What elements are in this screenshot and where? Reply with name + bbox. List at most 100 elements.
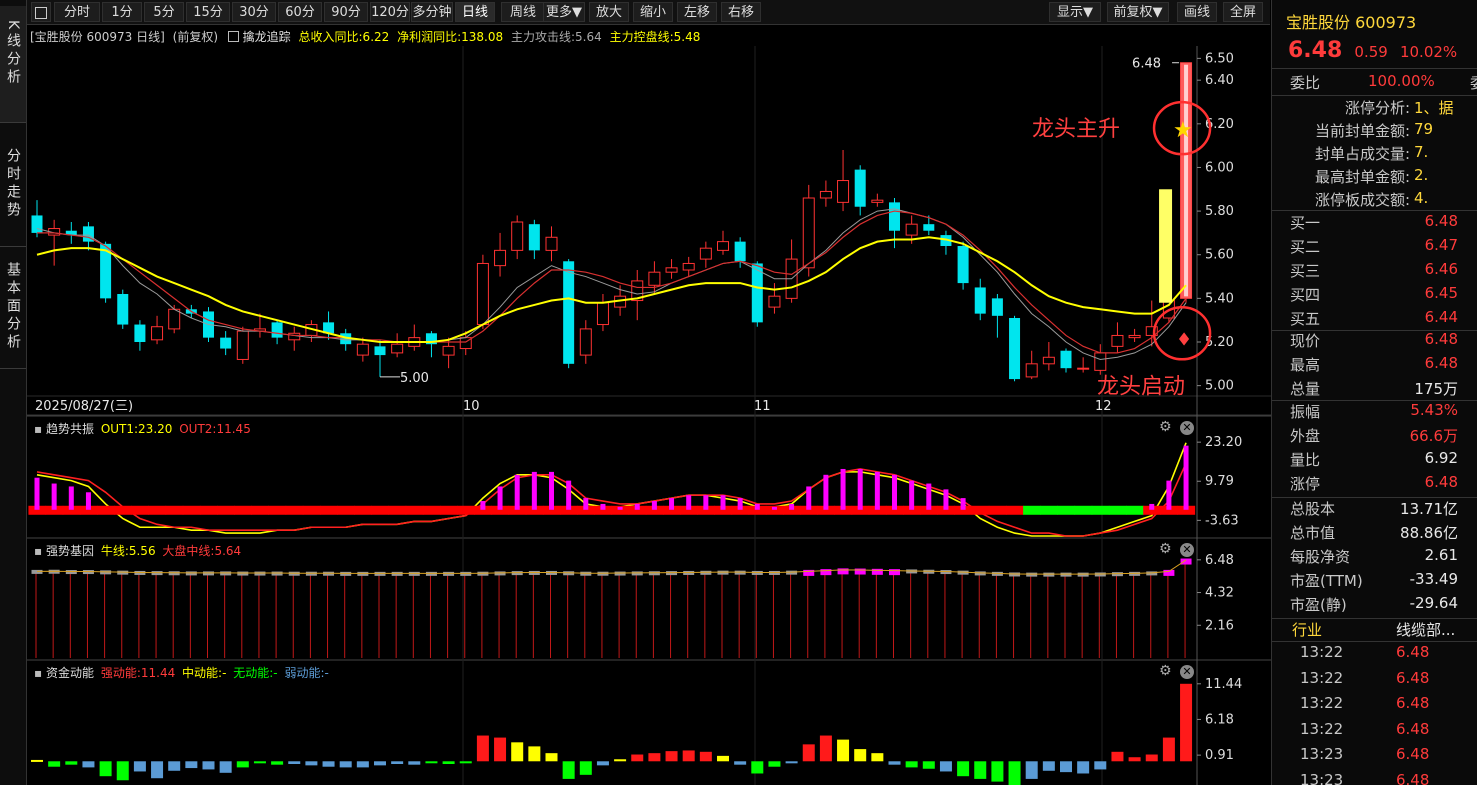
close-icon[interactable]: ✕: [1180, 543, 1195, 557]
tab-intraday[interactable]: 分时走势: [0, 126, 26, 244]
resonance-bar: [480, 501, 486, 510]
resonance-band-segment: [1040, 505, 1058, 515]
resonance-band-segment: [1108, 505, 1127, 515]
momentum-bar: [1060, 761, 1072, 773]
bid-2-label: 买二: [1290, 238, 1321, 256]
gear-icon[interactable]: ⚙: [1159, 663, 1172, 679]
stat3-4-value: -29.64: [1409, 594, 1458, 612]
momentum-bar: [82, 761, 95, 768]
btn-30min[interactable]: 30分: [232, 2, 276, 22]
panel4-none: 无动能:-: [233, 666, 278, 680]
panel3-controls: ⚙ ✕: [1159, 541, 1195, 557]
last-price: 6.48: [1288, 38, 1343, 63]
btn-display[interactable]: 显示▼: [1049, 2, 1101, 22]
resonance-bar: [771, 506, 777, 510]
resonance-bar: [617, 506, 623, 510]
y-tick-label: 5.00: [1205, 379, 1234, 394]
btn-zoom-in[interactable]: 放大: [589, 2, 629, 22]
quote-price-row: 6.48 0.59 10.02%: [1288, 38, 1457, 63]
momentum-bar: [356, 761, 369, 768]
close-icon[interactable]: ✕: [1180, 665, 1195, 679]
stat2-3-label: 涨停: [1290, 475, 1321, 493]
menu-icon-button[interactable]: [31, 2, 51, 22]
btn-forward-adjust[interactable]: 前复权▼: [1107, 2, 1169, 22]
btn-intraday[interactable]: 分时: [54, 2, 100, 22]
momentum-bar: [1180, 683, 1193, 762]
y-tick-label: 5.60: [1205, 248, 1234, 263]
btn-fullscreen[interactable]: 全屏: [1223, 2, 1263, 22]
momentum-bar: [785, 761, 798, 764]
tab-fundamentals-label: 基本面分析: [5, 262, 21, 352]
panel4-arrow-icon: ▪: [34, 666, 43, 680]
resonance-band-segment: [354, 505, 372, 515]
btn-15min[interactable]: 15分: [186, 2, 230, 22]
candle-body: [374, 346, 386, 356]
gene-cap: [31, 569, 43, 574]
btn-multi-min[interactable]: 多分钟: [411, 2, 453, 22]
momentum-bar: [236, 761, 249, 768]
resonance-band-segment: [97, 505, 115, 515]
btn-daily[interactable]: 日线: [455, 2, 495, 22]
btn-1min[interactable]: 1分: [102, 2, 142, 22]
stat2-2-row: 量比 6.92: [1272, 449, 1477, 473]
momentum-bar: [665, 751, 678, 762]
y-tick-label: 5.80: [1205, 204, 1234, 219]
candle-body: [476, 262, 489, 326]
momentum-bar: [734, 761, 747, 765]
resonance-bar: [943, 489, 949, 510]
resonance-bar: [840, 468, 846, 510]
candle-body: [682, 262, 695, 271]
momentum-bar: [1008, 761, 1021, 785]
gear-icon[interactable]: ⚙: [1159, 419, 1172, 435]
limit-info-label: 当前封单金额:: [1314, 122, 1410, 140]
candle-body: [579, 328, 592, 356]
momentum-bar: [631, 754, 644, 762]
btn-5min[interactable]: 5分: [144, 2, 184, 22]
resonance-bar: [789, 503, 795, 510]
stat2-2-label: 量比: [1290, 451, 1321, 469]
candle-body: [1128, 334, 1141, 339]
industry-row[interactable]: 行业 线缆部...: [1272, 619, 1477, 643]
panel3-title: 强势基因: [45, 544, 94, 558]
btn-zoom-out[interactable]: 缩小: [633, 2, 673, 22]
candle-body: [356, 343, 369, 356]
limit-info-row: 封单占成交量: 7.: [1272, 143, 1477, 167]
momentum-bar: [288, 761, 301, 764]
tick-row: 13:22 6.48: [1272, 643, 1477, 667]
candle-body: [957, 246, 969, 284]
resonance-bar: [583, 498, 589, 510]
tab-intraday-label: 分时走势: [5, 148, 21, 220]
stat1-0-value: 6.48: [1424, 330, 1458, 348]
btn-120min[interactable]: 120分: [370, 2, 410, 22]
tab-kline-label: K线分析: [5, 20, 21, 88]
close-icon[interactable]: ✕: [1180, 421, 1195, 435]
resonance-bar: [823, 474, 829, 510]
gear-icon[interactable]: ⚙: [1159, 541, 1172, 557]
btn-move-right[interactable]: 右移: [721, 2, 761, 22]
tab-fundamentals[interactable]: 基本面分析: [0, 250, 26, 368]
btn-60min[interactable]: 60分: [278, 2, 322, 22]
bid-5-value: 6.44: [1424, 308, 1458, 326]
panel4-header: ▪ 资金动能 强动能:11.44 中动能:- 无动能:- 弱动能:-: [34, 664, 329, 681]
momentum-bar: [819, 735, 832, 762]
resonance-band-segment: [1005, 505, 1024, 515]
p4-tick-label: 0.91: [1205, 748, 1234, 763]
tick-row: 13:22 6.48: [1272, 720, 1477, 744]
tick-time: 13:22: [1300, 668, 1344, 687]
candle-body: [768, 295, 781, 308]
resonance-bar: [1149, 503, 1155, 510]
resonance-bar: [909, 480, 915, 510]
momentum-bar: [494, 737, 507, 762]
limit-info-label: 涨停板成交额:: [1314, 191, 1410, 209]
dragon-start-label: 龙头启动: [1097, 375, 1185, 400]
stat1-2-value: 175万: [1414, 380, 1458, 398]
weibi-value: 100.00%: [1368, 72, 1435, 90]
resonance-bar: [703, 495, 709, 510]
tab-kline-analysis[interactable]: K线分析: [0, 6, 26, 122]
btn-draw[interactable]: 画线: [1177, 2, 1217, 22]
btn-90min[interactable]: 90分: [324, 2, 368, 22]
btn-weekly[interactable]: 周线: [501, 2, 545, 22]
btn-move-left[interactable]: 左移: [677, 2, 717, 22]
checkbox-icon[interactable]: [227, 31, 239, 42]
btn-more[interactable]: 更多▼: [543, 2, 585, 22]
